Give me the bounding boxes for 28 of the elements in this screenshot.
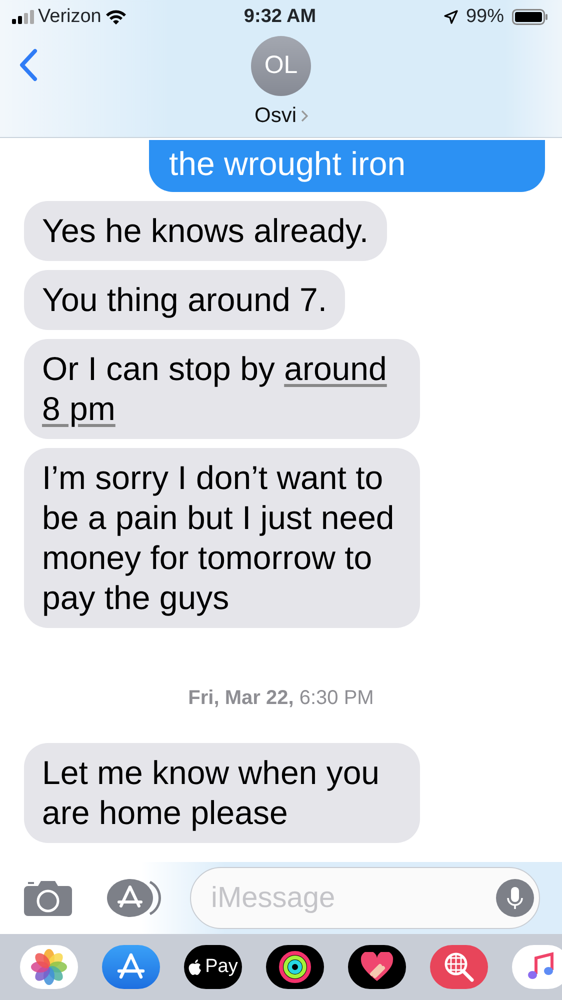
search-icon[interactable] [430, 945, 488, 989]
clock-time: 9:32 AM [244, 4, 316, 29]
back-chevron-icon[interactable] [18, 48, 38, 82]
received-message: Yes he knows already. [24, 201, 387, 261]
sent-message: the wrought iron [149, 140, 545, 192]
music-note-icon[interactable] [512, 945, 562, 989]
photos-app-icon[interactable] [20, 945, 78, 989]
apple-logo-icon [188, 958, 202, 976]
app-store-icon[interactable] [102, 945, 160, 989]
battery-icon [512, 9, 548, 25]
activity-rings-icon[interactable] [266, 945, 324, 989]
received-message: You thing around 7. [24, 270, 346, 330]
apple-pay-button[interactable]: Pay [184, 945, 242, 989]
camera-icon[interactable] [24, 880, 72, 916]
signal-icon [12, 10, 34, 24]
message-timestamp: Fri, Mar 22, 6:30 PM [188, 686, 374, 711]
carrier-name: Verizon [38, 4, 102, 29]
location-arrow-icon [444, 10, 458, 24]
heart-icon[interactable] [348, 945, 406, 989]
microphone-icon[interactable] [496, 879, 534, 917]
received-message: I’m sorry I don’t want to be a pain but I just need money for tomorrow to pay the guys [24, 448, 420, 628]
chevron-icon [300, 110, 308, 122]
app-store-icon[interactable] [106, 878, 162, 918]
received-message: Or I can stop by around 8 pm [24, 339, 420, 439]
received-message: Let me know when you are home please [24, 743, 420, 843]
wifi-icon [105, 9, 128, 25]
contact-name[interactable]: Osvi [254, 100, 296, 132]
battery-percent: 99% [466, 4, 504, 29]
